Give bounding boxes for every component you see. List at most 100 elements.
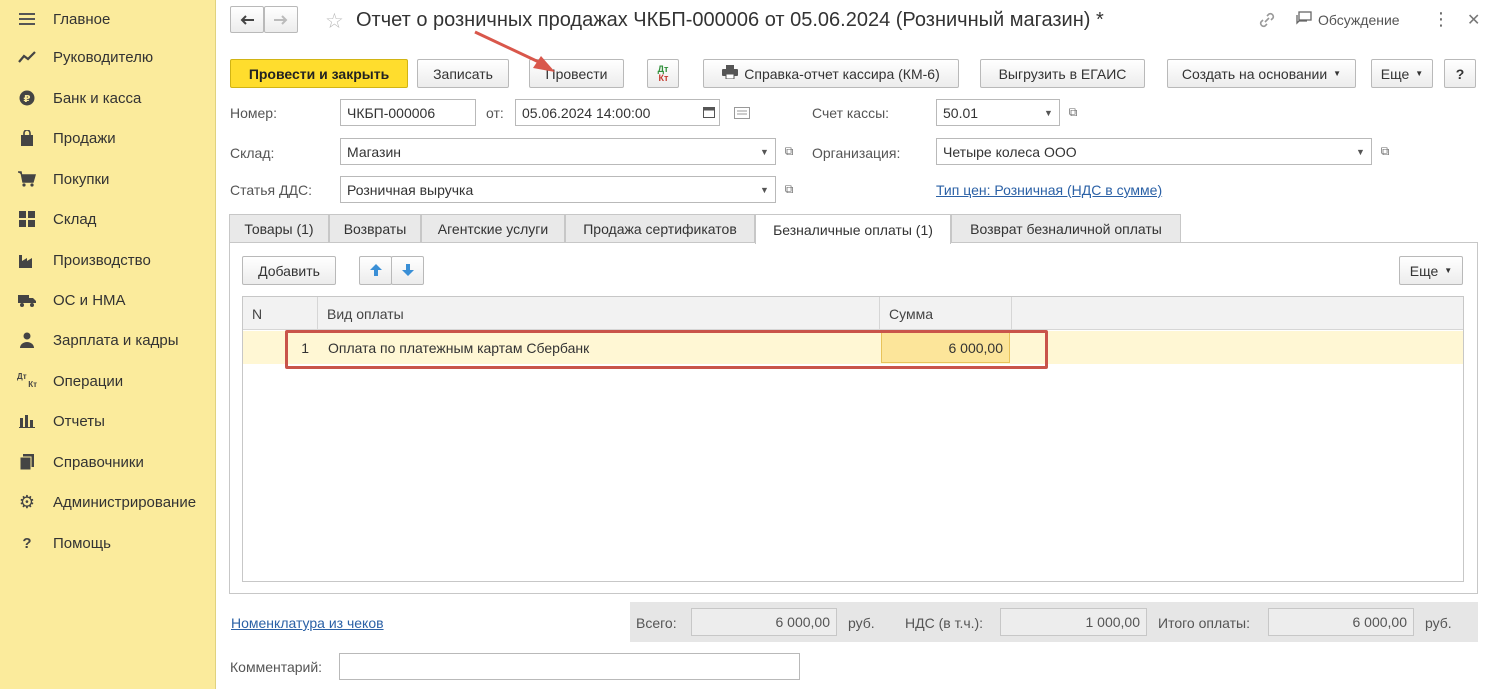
highlight-box <box>285 330 1048 369</box>
sidebar-item-warehouse[interactable]: Склад <box>0 200 215 238</box>
sidebar-item-operations[interactable]: Дт Кт Операции <box>0 362 215 400</box>
gear-icon: ⚙ <box>18 491 36 512</box>
document-form: ☆ Отчет о розничных продажах ЧКБП-000006… <box>216 0 1496 689</box>
menu-icon <box>17 9 37 29</box>
price-type-link[interactable]: Тип цен: Розничная (НДС в сумме) <box>936 182 1162 198</box>
payment-total-label: Итого оплаты: <box>1158 615 1250 631</box>
cash-account-field[interactable]: 50.01 <box>936 99 1040 126</box>
cart-icon <box>17 169 37 189</box>
sidebar-item-label: Помощь <box>53 534 111 552</box>
open-organization-icon[interactable]: ⧉ <box>1374 138 1396 165</box>
help-button[interactable]: ? <box>1444 59 1476 88</box>
more-button[interactable]: Еще ▼ <box>1371 59 1433 88</box>
table-more-button[interactable]: Еще ▼ <box>1399 256 1463 285</box>
page-title: Отчет о розничных продажах ЧКБП-000006 о… <box>356 9 1104 31</box>
cashier-report-button[interactable]: Справка-отчет кассира (КМ-6) <box>703 59 959 88</box>
create-based-on-button[interactable]: Создать на основании ▼ <box>1167 59 1356 88</box>
warehouse-icon <box>17 209 37 229</box>
chevron-down-icon: ▼ <box>760 184 769 195</box>
calendar-button[interactable] <box>698 99 720 126</box>
cash-account-label: Счет кассы: <box>812 105 890 121</box>
column-header-payment-type[interactable]: Вид оплаты <box>318 297 880 330</box>
open-dds-article-icon[interactable]: ⧉ <box>778 176 800 203</box>
tab-certificate-sales[interactable]: Продажа сертификатов <box>565 214 755 243</box>
column-header-n[interactable]: N <box>243 297 318 330</box>
from-label: от: <box>486 105 504 121</box>
question-icon: ? <box>22 534 32 552</box>
open-warehouse-icon[interactable]: ⧉ <box>778 138 800 165</box>
open-cash-account-icon[interactable]: ⧉ <box>1062 99 1084 126</box>
sidebar-item-label: Производство <box>53 251 151 269</box>
total-value: 6 000,00 <box>691 608 837 636</box>
discussion-label: Обсуждение <box>1318 11 1400 28</box>
nomenclature-from-receipts-link[interactable]: Номенклатура из чеков <box>231 615 384 631</box>
arrow-down-icon <box>401 263 414 279</box>
dds-article-field[interactable]: Розничная выручка <box>340 176 756 203</box>
sidebar-item-label: Банк и касса <box>53 89 142 107</box>
tab-goods[interactable]: Товары (1) <box>229 214 329 243</box>
discussion-button[interactable]: Обсуждение <box>1296 11 1400 28</box>
warehouse-field[interactable]: Магазин <box>340 138 756 165</box>
sidebar-item-label: Администрирование <box>53 493 197 511</box>
arrow-up-icon <box>369 263 382 279</box>
sidebar-item-label: Руководителю <box>53 48 154 66</box>
move-down-button[interactable] <box>391 256 424 285</box>
organization-dropdown[interactable]: ▼ <box>1350 138 1372 165</box>
tab-agent-services[interactable]: Агентские услуги <box>421 214 565 243</box>
dds-article-dropdown[interactable]: ▼ <box>754 176 776 203</box>
sidebar-item-production[interactable]: Производство <box>0 241 215 279</box>
sidebar-item-help[interactable]: ? Помощь <box>0 524 215 562</box>
sidebar-item-admin[interactable]: ⚙ Администрирование <box>0 483 215 521</box>
bag-icon <box>17 128 37 148</box>
sidebar-item-reports[interactable]: Отчеты <box>0 402 215 440</box>
dt-kt-icon: Дт Кт <box>17 372 37 389</box>
favorite-star-icon[interactable]: ☆ <box>325 9 347 33</box>
chevron-down-icon: ▼ <box>1044 107 1053 118</box>
post-and-close-button[interactable]: Провести и закрыть <box>230 59 408 88</box>
table-more-label: Еще <box>1409 262 1439 279</box>
sidebar-item-sales[interactable]: Продажи <box>0 119 215 157</box>
chevron-down-icon: ▼ <box>1356 146 1365 157</box>
add-button[interactable]: Добавить <box>242 256 336 285</box>
link-icon[interactable] <box>1258 11 1278 31</box>
sidebar-item-label: Склад <box>53 210 97 228</box>
sidebar-item-salary[interactable]: Зарплата и кадры <box>0 321 215 359</box>
payment-total-currency: руб. <box>1425 615 1452 631</box>
cash-account-dropdown[interactable]: ▼ <box>1038 99 1060 126</box>
move-up-button[interactable] <box>359 256 392 285</box>
sidebar: Главное Руководителю ₽ Банк и касса Прод… <box>0 0 216 689</box>
close-icon[interactable]: ✕ <box>1467 10 1480 30</box>
sidebar-item-label: Продажи <box>53 129 116 147</box>
tab-cashless-return[interactable]: Возврат безналичной оплаты <box>951 214 1181 243</box>
dt-kt-button[interactable]: Дт Кт <box>647 59 679 88</box>
dds-article-label: Статья ДДС: <box>230 182 312 198</box>
arrow-left-icon <box>240 12 254 28</box>
sidebar-item-label: Зарплата и кадры <box>53 331 179 349</box>
tab-returns[interactable]: Возвраты <box>329 214 421 243</box>
organization-field[interactable]: Четыре колеса ООО <box>936 138 1352 165</box>
comment-field[interactable] <box>339 653 800 680</box>
sidebar-item-assets[interactable]: ОС и НМА <box>0 281 215 319</box>
document-history-icon[interactable] <box>734 106 750 122</box>
sidebar-item-director[interactable]: Руководителю <box>0 38 215 76</box>
tab-cashless-payments[interactable]: Безналичные оплаты (1) <box>755 214 951 244</box>
column-header-amount[interactable]: Сумма <box>880 297 1012 330</box>
forward-button[interactable] <box>264 6 298 33</box>
chat-icon <box>1296 11 1312 28</box>
total-label: Всего: <box>636 615 677 631</box>
sidebar-item-bank[interactable]: ₽ Банк и касса <box>0 79 215 117</box>
date-field[interactable]: 05.06.2024 14:00:00 <box>515 99 700 126</box>
sidebar-item-purchases[interactable]: Покупки <box>0 160 215 198</box>
sidebar-item-references[interactable]: Справочники <box>0 443 215 481</box>
sidebar-item-main[interactable]: Главное <box>0 0 215 38</box>
number-field[interactable]: ЧКБП-000006 <box>340 99 476 126</box>
back-button[interactable] <box>230 6 264 33</box>
sidebar-item-label: Отчеты <box>53 412 105 430</box>
vat-value: 1 000,00 <box>1000 608 1147 636</box>
more-options-icon[interactable]: ⋮ <box>1432 9 1450 30</box>
egais-upload-button[interactable]: Выгрузить в ЕГАИС <box>980 59 1145 88</box>
warehouse-dropdown[interactable]: ▼ <box>754 138 776 165</box>
sidebar-item-label: Справочники <box>53 453 144 471</box>
warehouse-label: Склад: <box>230 145 275 161</box>
more-label: Еще <box>1380 65 1410 82</box>
